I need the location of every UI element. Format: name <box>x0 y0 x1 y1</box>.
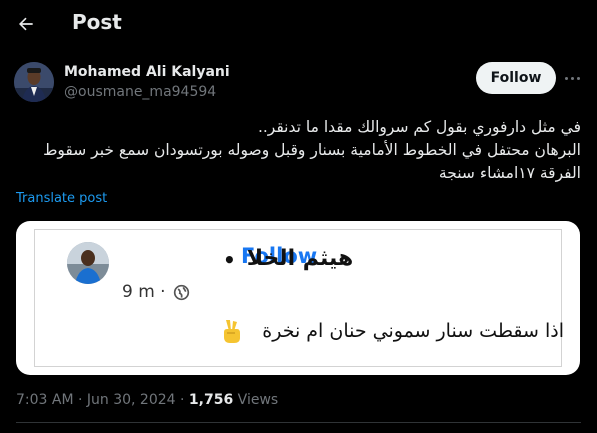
embedded-avatar <box>67 242 109 284</box>
avatar[interactable] <box>14 62 54 102</box>
more-options-button[interactable] <box>560 66 584 90</box>
views-label: Views <box>233 392 279 408</box>
post-header: Post <box>0 0 597 48</box>
author-name[interactable]: Mohamed Ali Kalyani <box>64 64 230 80</box>
author-row: Mohamed Ali Kalyani @ousmane_ma94594 Fol… <box>0 56 597 112</box>
author-handle[interactable]: @ousmane_ma94594 <box>64 84 216 100</box>
post-timestamp[interactable]: 7:03 AM · Jun 30, 2024 · <box>16 392 189 408</box>
page-title: Post <box>72 10 122 34</box>
globe-icon <box>173 284 190 301</box>
translate-post-link[interactable]: Translate post <box>16 191 107 206</box>
embedded-timestamp: 9 m · <box>122 282 166 302</box>
more-horizontal-icon <box>564 76 568 80</box>
post-metadata: 7:03 AM · Jun 30, 2024 · 1,756 Views <box>16 392 278 408</box>
embedded-separator: • <box>223 248 236 272</box>
post-text-line-1: في مثل دارفوري بقول كم سروالك مقدا ما تد… <box>257 118 581 136</box>
back-button[interactable] <box>10 8 42 40</box>
attached-image[interactable]: Follow • هيثم الخلا 9 m · اذا سقطت سنار … <box>16 221 580 375</box>
post-text-line-3: الفرقة ١٧امشاء سنجة <box>438 164 581 182</box>
divider <box>16 422 581 423</box>
embedded-author-name: هيثم الخلا <box>246 246 354 271</box>
post-text: في مثل دارفوري بقول كم سروالك مقدا ما تد… <box>16 116 581 185</box>
post-text-line-2: البرهان محتفل في الخطوط الأمامية بسنار و… <box>43 141 581 159</box>
facebook-post-screenshot: Follow • هيثم الخلا 9 m · اذا سقطت سنار … <box>34 229 564 367</box>
embedded-post-text: اذا سقطت سنار سموني حنان ام نخرة <box>262 320 564 342</box>
arrow-left-icon <box>19 17 33 31</box>
views-count: 1,756 <box>188 392 234 408</box>
follow-button[interactable]: Follow <box>476 62 556 94</box>
